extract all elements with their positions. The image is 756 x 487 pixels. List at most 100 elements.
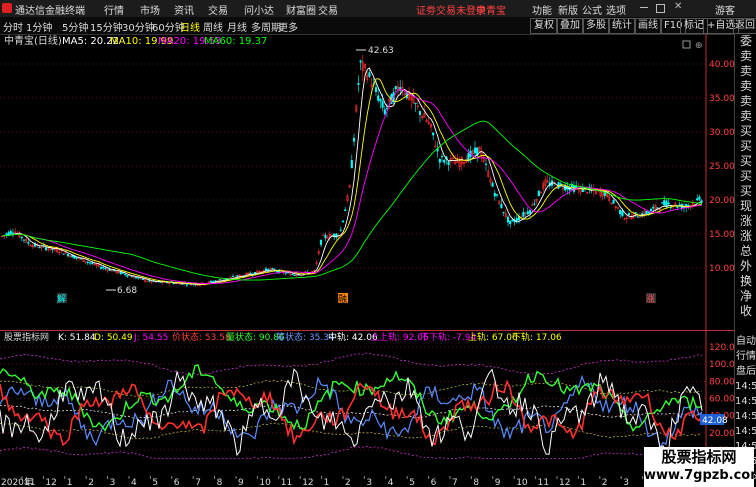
candle-body (284, 272, 287, 274)
candle-body (627, 213, 631, 216)
candle-body (506, 216, 510, 223)
btn-back[interactable]: 返回 (733, 18, 756, 34)
maximize-icon[interactable] (656, 4, 665, 13)
menu-item-function[interactable]: 功能 (532, 2, 552, 17)
btn-draw[interactable]: 画线 (634, 18, 662, 34)
btn-overlay[interactable]: 叠加 (556, 18, 584, 34)
candle-body (368, 72, 371, 77)
ma60-label: MA60: 19.37 (204, 36, 267, 47)
menu-item-wealth[interactable]: 财富圈 (286, 2, 316, 17)
timeframe-bar: 分时 1分钟 5分钟 15分钟 30分钟 60分钟 日线 周线 月线 多周期 更… (0, 17, 756, 35)
sidebar-item[interactable]: 涨跌 (735, 214, 756, 229)
sidebar-item[interactable]: 卖四 (735, 64, 756, 79)
candle-body (537, 190, 540, 197)
tf-weekly[interactable]: 周线 (203, 19, 223, 34)
menu-item-ask[interactable]: 问小达 (244, 2, 274, 17)
marker-unlock[interactable]: 解 (57, 293, 66, 305)
minimize-icon[interactable] (640, 7, 648, 8)
tf-multi[interactable]: 多周期 (251, 19, 281, 34)
candle-body (447, 161, 450, 166)
sidebar-item[interactable]: 换手 (735, 274, 756, 289)
menu-item-trade[interactable]: 交易 (208, 2, 228, 17)
sidebar-item[interactable]: 委比 (735, 34, 756, 49)
marker-margin[interactable]: 融 (338, 294, 347, 305)
candle-body (344, 209, 347, 211)
sidebar-item[interactable]: 卖二 (735, 94, 756, 109)
user-label[interactable]: 游客 (715, 2, 735, 17)
tf-5min[interactable]: 5分钟 (62, 19, 88, 34)
sidebar-item[interactable]: 行情 (735, 349, 756, 364)
chart-settings-icon[interactable] (682, 40, 691, 49)
tf-15min[interactable]: 15分钟 (90, 19, 123, 34)
menu-bar: 通达信金融终端 行情 市场 资讯 交易 问小达 财富圈 交易 证劵交易未登录 中… (0, 0, 756, 18)
menu-item-formula[interactable]: 公式 (582, 2, 602, 17)
btn-stats[interactable]: 统计 (608, 18, 636, 34)
candle-body (381, 101, 384, 108)
candle-body (44, 247, 48, 251)
app-logo-icon (2, 3, 12, 13)
marker-limit[interactable]: 涨 (646, 294, 655, 305)
btn-multistock[interactable]: 多股 (582, 18, 610, 34)
menu-item-market[interactable]: 市场 (140, 2, 160, 17)
tf-1min[interactable]: 1分钟 (26, 19, 52, 34)
menu-item-trade2[interactable]: 交易 (318, 2, 338, 17)
candle-body (99, 266, 103, 269)
candle-body (377, 95, 380, 101)
time-label: 8 (473, 478, 479, 487)
price-chart[interactable]: 40.00 35.00 30.00 25.00 20.00 15.00 10.00 中青宝(… (0, 34, 734, 330)
candle-body (359, 60, 362, 63)
sidebar-item[interactable]: 14:50 (735, 394, 756, 409)
sidebar-item[interactable]: 买四 (735, 169, 756, 184)
close-icon[interactable]: ✕ (674, 1, 682, 12)
price-tick: 40.00 (709, 60, 734, 70)
sidebar-item[interactable]: 卖五 (735, 49, 756, 64)
sidebar-item[interactable]: 现价 (735, 199, 756, 214)
sidebar-item[interactable]: 涨幅 (735, 229, 756, 244)
tf-monthly[interactable]: 月线 (227, 19, 247, 34)
tf-intraday[interactable]: 分时 (3, 19, 23, 34)
sidebar-item[interactable] (735, 319, 756, 334)
candle-body (66, 253, 70, 257)
indicator-chart[interactable]: 120.00100.0080.0060.0040.0020.000.00 股票指… (0, 330, 734, 476)
candle-body (20, 236, 23, 239)
candle-body (88, 262, 92, 264)
candle-body (528, 210, 532, 214)
sidebar-item[interactable]: 14:50 (735, 409, 756, 424)
sidebar-item[interactable]: 买二 (735, 139, 756, 154)
sidebar-item[interactable]: 买三 (735, 154, 756, 169)
btn-rights[interactable]: 复权 (530, 18, 558, 34)
sidebar-item[interactable]: 14:50 (735, 379, 756, 394)
tf-more[interactable]: 更多 (278, 19, 298, 34)
sidebar-item[interactable]: 总量 (735, 244, 756, 259)
time-label: 1 (324, 478, 330, 487)
watermark-url: www.7gpzb.com (644, 468, 756, 483)
menu-item-quotes[interactable]: 行情 (104, 2, 124, 17)
sidebar-item[interactable]: 卖三 (735, 79, 756, 94)
candle-body (495, 194, 499, 196)
sidebar-item[interactable]: 盘后 (735, 364, 756, 379)
candle-body (687, 205, 690, 207)
sidebar-item[interactable]: 净资 (735, 289, 756, 304)
indicator-tick: 20.00 (709, 429, 734, 439)
indicator-tick: 80.00 (709, 377, 734, 387)
tf-30min[interactable]: 30分钟 (122, 19, 155, 34)
candle-body (126, 275, 129, 277)
sidebar-item[interactable]: 买五 (735, 184, 756, 199)
sidebar-item[interactable]: 买一 (735, 124, 756, 139)
tf-daily[interactable]: 日线 (180, 19, 200, 34)
chart-maximize-icon[interactable]: ⊕ (695, 41, 703, 51)
candle-body (209, 280, 213, 282)
ma5-line (1, 67, 702, 286)
candle-body (649, 208, 653, 212)
sidebar-item[interactable]: 卖一 (735, 109, 756, 124)
sidebar-item[interactable]: 自动 (735, 334, 756, 349)
menu-item-news[interactable]: 资讯 (174, 2, 194, 17)
candle-body (698, 196, 701, 200)
sidebar-item[interactable]: 外盘 (735, 259, 756, 274)
menu-item-newversion[interactable]: 新版 (558, 2, 578, 17)
time-label: 11 (538, 478, 549, 487)
menu-item-options[interactable]: 选项 (606, 2, 626, 17)
sidebar-item[interactable]: 14:50 (735, 424, 756, 439)
candle-body (656, 207, 659, 209)
sidebar-item[interactable]: 收益 (735, 304, 756, 319)
